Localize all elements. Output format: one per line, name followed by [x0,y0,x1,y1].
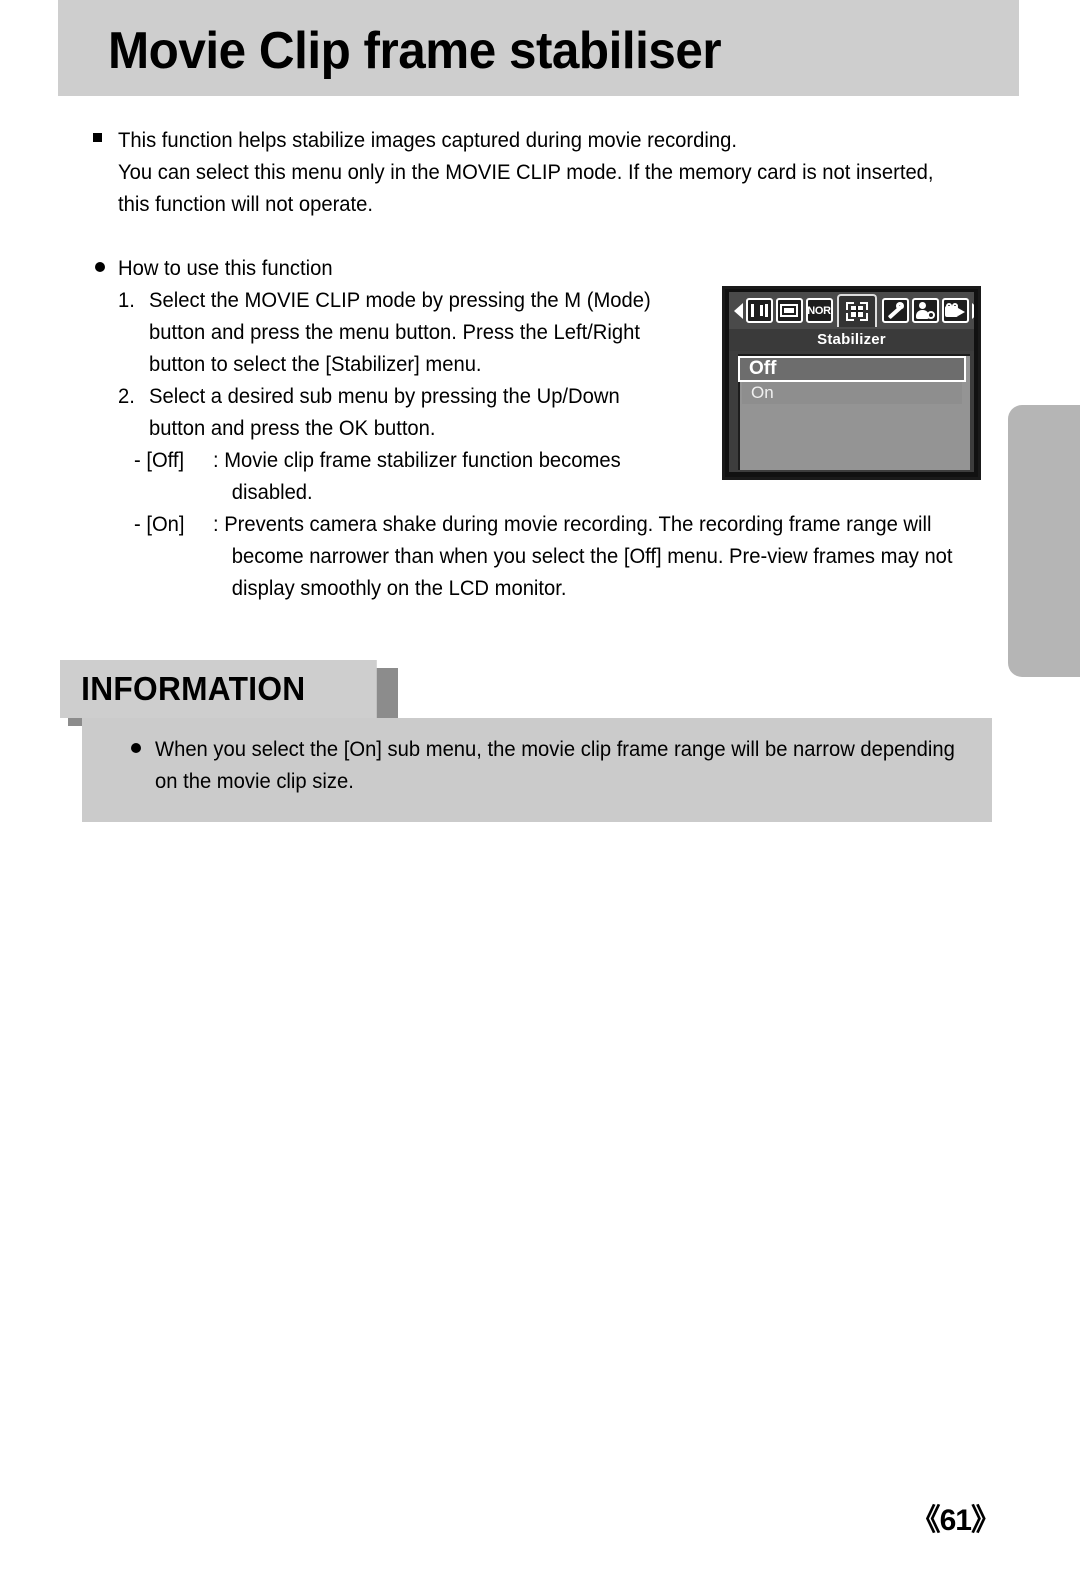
intro-paragraph: This function helps stabilize images cap… [118,124,964,220]
information-text: When you select the [On] sub menu, the m… [155,733,955,797]
option-key: - [Off] [134,448,185,472]
lcd-menu-title: Stabilizer [729,329,974,351]
option-line: : Prevents camera shake during movie rec… [212,512,932,536]
triangle-left-icon[interactable] [732,292,744,329]
triangle-right-icon[interactable] [970,292,974,329]
list-item: - [On] : Prevents camera shake during mo… [134,508,961,604]
user-setting-icon[interactable] [911,298,939,323]
option-line: become narrower than when you select the… [231,544,953,568]
option-line: disabled. [231,480,313,504]
information-line: When you select the [On] sub menu, the m… [155,737,955,761]
lcd-menu-list: Off On [738,354,970,470]
stabilizer-icon[interactable] [837,294,877,327]
image-frame-icon[interactable] [775,298,803,323]
display-info-icon[interactable] [745,298,773,323]
round-bullet-icon [131,743,141,753]
option-line: display smoothly on the LCD monitor. [231,576,567,600]
quality-normal-icon[interactable]: NOR [805,298,833,323]
page-title: Movie Clip frame stabiliser [108,22,722,80]
lcd-inner-screen: NOR Stabilizer Off On [729,292,974,472]
step-line: button to select the [Stabilizer] menu. [149,352,482,376]
howto-steps-list: 1. Select the MOVIE CLIP mode by pressin… [118,284,682,444]
page-number: 《61》 [910,1504,1001,1537]
page-edge-tab [1008,405,1080,677]
lcd-menu-item-off[interactable]: Off [738,356,966,382]
step-line: button and press the menu button. Press … [149,320,640,344]
step-line: Select a desired sub menu by pressing th… [149,384,620,408]
list-item: 1. Select the MOVIE CLIP mode by pressin… [118,284,682,380]
list-item: 2. Select a desired sub menu by pressing… [118,380,682,444]
step-line: button and press the OK button. [149,416,436,440]
step-number: 1. [118,288,135,312]
howto-heading: How to use this function [118,256,333,280]
step-line: Select the MOVIE CLIP mode by pressing t… [149,288,651,312]
wrench-setup-icon[interactable] [881,298,909,323]
lcd-tab-bar: NOR [729,292,974,329]
square-bullet-icon [93,133,102,142]
quality-normal-label: NOR [807,304,831,317]
step-number: 2. [118,384,135,408]
lcd-screen-mockup: NOR Stabilizer Off On [722,286,981,480]
page-header-banner: Movie Clip frame stabiliser [58,0,1019,96]
intro-line: this function will not operate. [118,192,374,216]
intro-line: This function helps stabilize images cap… [118,128,737,152]
movie-camera-icon[interactable] [941,298,969,323]
information-line: on the movie clip size. [155,769,354,793]
intro-line: You can select this menu only in the MOV… [118,160,934,184]
lcd-menu-item-on[interactable]: On [742,382,962,404]
option-key: - [On] [134,512,185,536]
round-bullet-icon [95,262,105,272]
information-label: INFORMATION [60,660,377,718]
